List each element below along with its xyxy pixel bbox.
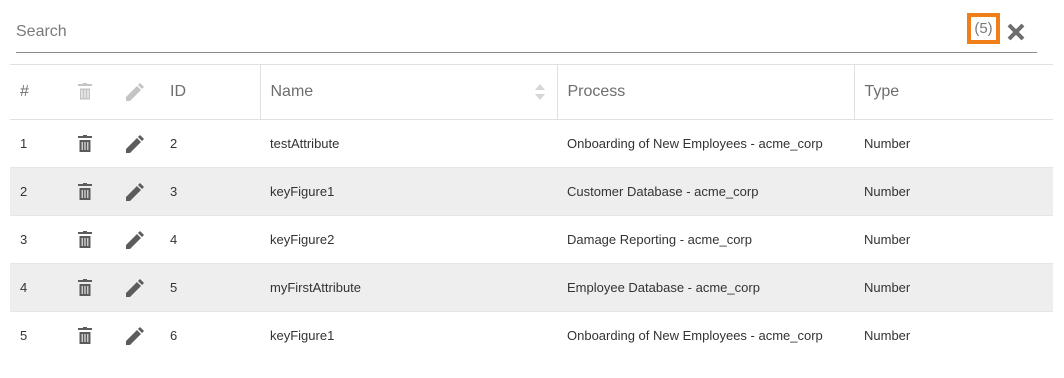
row-id: 5 [170, 280, 178, 295]
row-process: Damage Reporting - acme_corp [567, 232, 752, 247]
search-bar: (5) [16, 13, 1037, 53]
pencil-icon[interactable] [126, 230, 144, 249]
trash-icon[interactable] [78, 278, 92, 296]
search-input[interactable] [16, 20, 956, 44]
row-id: 4 [170, 232, 178, 247]
edit-button[interactable] [110, 264, 160, 312]
row-process: Employee Database - acme_corp [567, 280, 760, 295]
row-type: Number [864, 232, 911, 247]
pencil-icon[interactable] [126, 134, 144, 153]
column-header-id[interactable]: ID [160, 65, 260, 120]
row-type: Number [864, 280, 911, 295]
pencil-icon[interactable] [126, 326, 144, 345]
row-index: 2 [20, 184, 28, 199]
row-type: Number [864, 184, 911, 199]
delete-button[interactable] [60, 216, 110, 264]
row-name: keyFigure1 [270, 328, 335, 344]
trash-icon [78, 82, 92, 101]
close-icon[interactable] [1006, 22, 1026, 42]
row-type: Number [864, 136, 911, 151]
trash-icon[interactable] [78, 182, 92, 200]
pencil-icon[interactable] [126, 182, 144, 201]
column-header-delete [60, 65, 110, 120]
result-count-badge: (5) [967, 13, 1000, 44]
row-index: 5 [20, 328, 28, 344]
delete-button[interactable] [60, 168, 110, 216]
row-process: Onboarding of New Employees - acme_corp [567, 136, 823, 151]
trash-icon[interactable] [78, 134, 92, 152]
delete-button[interactable] [60, 312, 110, 360]
sort-icon[interactable] [534, 84, 545, 105]
edit-button[interactable] [110, 312, 160, 360]
column-header-index: # [20, 83, 29, 100]
row-name: testAttribute [270, 136, 340, 151]
column-header-type[interactable]: Type [853, 64, 1053, 120]
edit-button[interactable] [110, 120, 160, 168]
result-count: (5) [974, 20, 993, 37]
table-row: 2 3 keyFigure1 Customer Database - acme_… [10, 167, 1053, 216]
table-row: 5 6 keyFigure1 Onboarding of New Employe… [10, 311, 1053, 360]
attributes-table: # ID Name Process Type 1 2 testAttribute… [10, 64, 1053, 360]
pencil-icon[interactable] [126, 278, 144, 297]
row-name: myFirstAttribute [270, 280, 362, 295]
delete-button[interactable] [60, 120, 110, 168]
row-process: Onboarding of New Employees - acme_corp [567, 328, 823, 344]
column-header-name-label: Name [270, 83, 314, 100]
row-type: Number [864, 328, 911, 344]
row-index: 1 [20, 136, 28, 151]
table-header: # ID Name Process Type [10, 64, 1053, 120]
table-row: 3 4 keyFigure2 Damage Reporting - acme_c… [10, 215, 1053, 264]
edit-button[interactable] [110, 168, 160, 216]
table-row: 4 5 myFirstAttribute Employee Database -… [10, 263, 1053, 312]
row-index: 4 [20, 280, 28, 295]
row-process: Customer Database - acme_corp [567, 184, 759, 199]
column-header-edit [110, 65, 160, 120]
pencil-icon [126, 82, 144, 101]
column-header-name[interactable]: Name [259, 64, 557, 120]
trash-icon[interactable] [78, 230, 92, 248]
row-name: keyFigure1 [270, 184, 335, 199]
edit-button[interactable] [110, 216, 160, 264]
delete-button[interactable] [60, 264, 110, 312]
row-id: 6 [170, 328, 178, 344]
trash-icon[interactable] [78, 326, 92, 344]
row-id: 2 [170, 136, 178, 151]
row-name: keyFigure2 [270, 232, 335, 247]
table-row: 1 2 testAttribute Onboarding of New Empl… [10, 120, 1053, 168]
row-id: 3 [170, 184, 178, 199]
row-index: 3 [20, 232, 28, 247]
column-header-process[interactable]: Process [556, 64, 854, 120]
